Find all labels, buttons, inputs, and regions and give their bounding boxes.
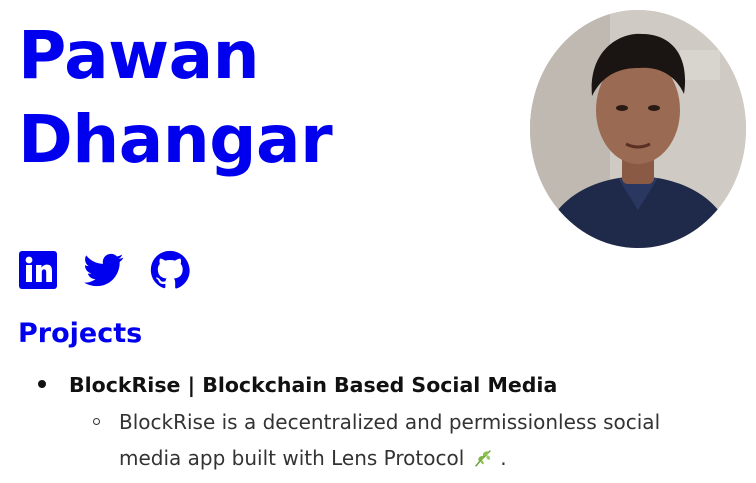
portfolio-page: Pawan Dhangar Projects BlockRise | Block…: [0, 0, 756, 483]
profile-photo: [530, 10, 746, 248]
linkedin-link[interactable]: [18, 250, 58, 290]
bullet-circle-icon: [93, 418, 100, 425]
project-details: BlockRise is a decentralized and permiss…: [69, 404, 756, 476]
github-link[interactable]: [150, 250, 190, 290]
page-title: Pawan Dhangar: [18, 14, 333, 182]
social-links: [18, 250, 190, 290]
project-description: BlockRise is a decentralized and permiss…: [119, 404, 719, 476]
last-name: Dhangar: [18, 101, 333, 178]
description-trailing-text: .: [500, 446, 507, 470]
project-list: BlockRise | Blockchain Based Social Medi…: [0, 366, 756, 476]
list-item: BlockRise is a decentralized and permiss…: [69, 404, 719, 476]
bullet-disc-icon: [38, 380, 46, 388]
twitter-icon[interactable]: [84, 250, 124, 290]
project-description-text: BlockRise is a decentralized and permiss…: [119, 410, 661, 470]
twitter-link[interactable]: [84, 250, 124, 290]
leaf-icon: [475, 450, 492, 467]
project-title: BlockRise | Blockchain Based Social Medi…: [69, 373, 558, 397]
projects-heading: Projects: [18, 318, 143, 349]
github-icon[interactable]: [150, 250, 190, 290]
list-item: BlockRise | Blockchain Based Social Medi…: [0, 366, 756, 476]
avatar: [530, 10, 746, 248]
linkedin-icon[interactable]: [18, 250, 58, 290]
first-name: Pawan: [18, 17, 260, 94]
